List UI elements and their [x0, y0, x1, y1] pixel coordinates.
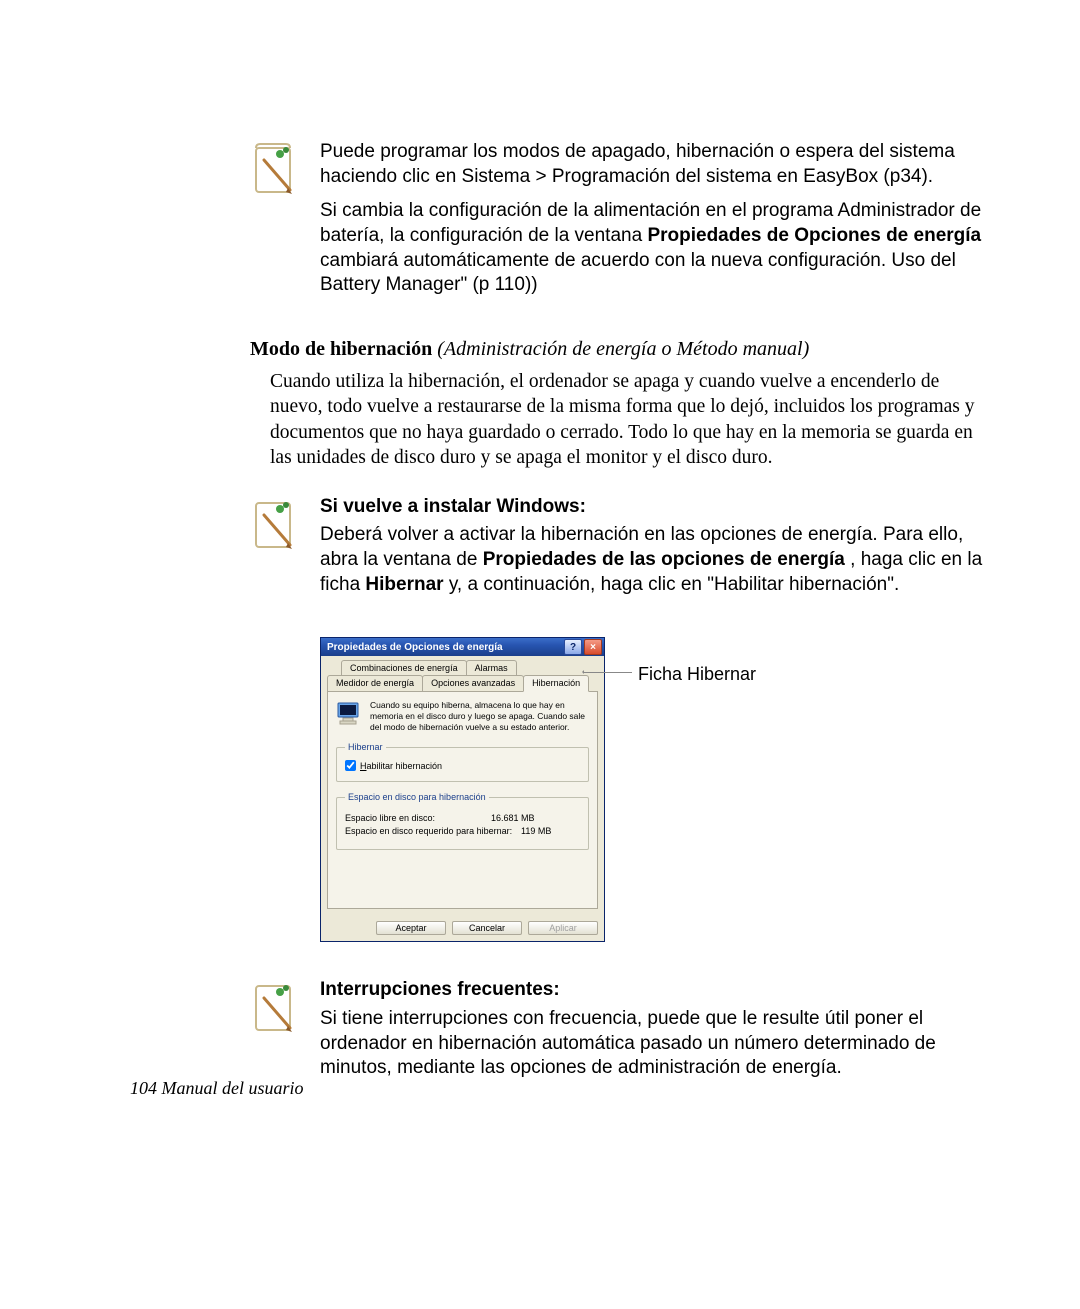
note1-p2-bold: Propiedades de Opciones de energía: [647, 225, 981, 246]
dialog-button-row: Aceptar Cancelar Aplicar: [321, 915, 604, 941]
notepad-icon: [250, 978, 300, 1038]
callout-line: [584, 672, 632, 673]
tab-opciones-avanzadas[interactable]: Opciones avanzadas: [422, 675, 524, 691]
kv-req-key: Espacio en disco requerido para hibernar…: [345, 826, 515, 836]
dialog-body: Combinaciones de energía Alarmas Medidor…: [321, 656, 604, 915]
note1-para2: Si cambia la configuración de la aliment…: [320, 199, 990, 298]
group-hibernar-legend: Hibernar: [345, 742, 386, 752]
tab-row-front: Medidor de energía Opciones avanzadas Hi…: [327, 675, 598, 691]
ok-button[interactable]: Aceptar: [376, 921, 446, 935]
tab-medidor[interactable]: Medidor de energía: [327, 675, 423, 691]
note2-b2: Hibernar: [365, 574, 443, 595]
page-footer: 104 Manual del usuario: [130, 1078, 304, 1099]
notepad-icon: [250, 495, 300, 555]
tab-combinaciones[interactable]: Combinaciones de energía: [341, 660, 467, 675]
note-block-3: Interrupciones frecuentes: Si tiene inte…: [250, 978, 990, 1091]
kv-libre: Espacio libre en disco: 16.681 MB: [345, 813, 580, 823]
monitor-icon: [336, 700, 362, 728]
close-button[interactable]: ×: [584, 639, 602, 655]
power-options-dialog: Propiedades de Opciones de energía ? × C…: [320, 637, 605, 942]
tab-panel-hibernacion: Cuando su equipo hiberna, almacena lo qu…: [327, 691, 598, 909]
group-espacio: Espacio en disco para hibernación Espaci…: [336, 792, 589, 850]
kv-libre-key: Espacio libre en disco:: [345, 813, 485, 823]
dialog-title: Propiedades de Opciones de energía: [327, 642, 503, 653]
checkbox-habilitar-label: Habilitar hibernación: [360, 761, 442, 771]
note2-post: y, a continuación, haga clic en "Habilit…: [444, 574, 900, 595]
note3-body: Si tiene interrupciones con frecuencia, …: [320, 1007, 990, 1081]
note1-p2-post: cambiará automáticamente de acuerdo con …: [320, 250, 956, 296]
help-button[interactable]: ?: [564, 639, 582, 655]
note-text-1: Puede programar los modos de apagado, hi…: [320, 140, 990, 308]
apply-button[interactable]: Aplicar: [528, 921, 598, 935]
section-title-bold: Modo de hibernación: [250, 338, 432, 360]
panel-info-text: Cuando su equipo hiberna, almacena lo qu…: [370, 700, 589, 732]
dialog-titlebar: Propiedades de Opciones de energía ? ×: [321, 638, 604, 656]
note1-para1: Puede programar los modos de apagado, hi…: [320, 140, 990, 189]
note2-b1: Propiedades de las opciones de energía: [483, 549, 845, 570]
note-block-1: Puede programar los modos de apagado, hi…: [250, 140, 990, 308]
note3-head: Interrupciones frecuentes:: [320, 978, 990, 1003]
panel-info-row: Cuando su equipo hiberna, almacena lo qu…: [336, 700, 589, 732]
note2-body: Deberá volver a activar la hibernación e…: [320, 523, 990, 597]
note-text-2: Si vuelve a instalar Windows: Deberá vol…: [320, 495, 990, 608]
group-hibernar: Hibernar Habilitar hibernación: [336, 742, 589, 782]
tab-row-back: Combinaciones de energía Alarmas: [341, 660, 598, 675]
dialog-figure: Propiedades de Opciones de energía ? × C…: [320, 637, 820, 942]
callout-label: Ficha Hibernar: [638, 664, 756, 685]
tab-alarmas[interactable]: Alarmas: [466, 660, 517, 675]
cancel-button[interactable]: Cancelar: [452, 921, 522, 935]
note-text-3: Interrupciones frecuentes: Si tiene inte…: [320, 978, 990, 1091]
section-body: Cuando utiliza la hibernación, el ordena…: [270, 369, 990, 470]
notepad-icon: [250, 140, 300, 200]
kv-libre-val: 16.681 MB: [491, 813, 535, 823]
document-page: Puede programar los modos de apagado, hi…: [0, 0, 1080, 1309]
kv-req-val: 119 MB: [521, 826, 551, 836]
note2-head: Si vuelve a instalar Windows:: [320, 495, 990, 520]
group-espacio-legend: Espacio en disco para hibernación: [345, 792, 489, 802]
note-block-2: Si vuelve a instalar Windows: Deberá vol…: [250, 495, 990, 608]
checkbox-habilitar[interactable]: Habilitar hibernación: [345, 760, 580, 771]
section-title-italic: (Administración de energía o Método manu…: [432, 338, 809, 360]
section-title: Modo de hibernación (Administración de e…: [250, 338, 990, 361]
tab-hibernacion[interactable]: Hibernación: [523, 675, 589, 692]
checkbox-habilitar-input[interactable]: [345, 760, 356, 771]
kv-requerido: Espacio en disco requerido para hibernar…: [345, 826, 580, 836]
